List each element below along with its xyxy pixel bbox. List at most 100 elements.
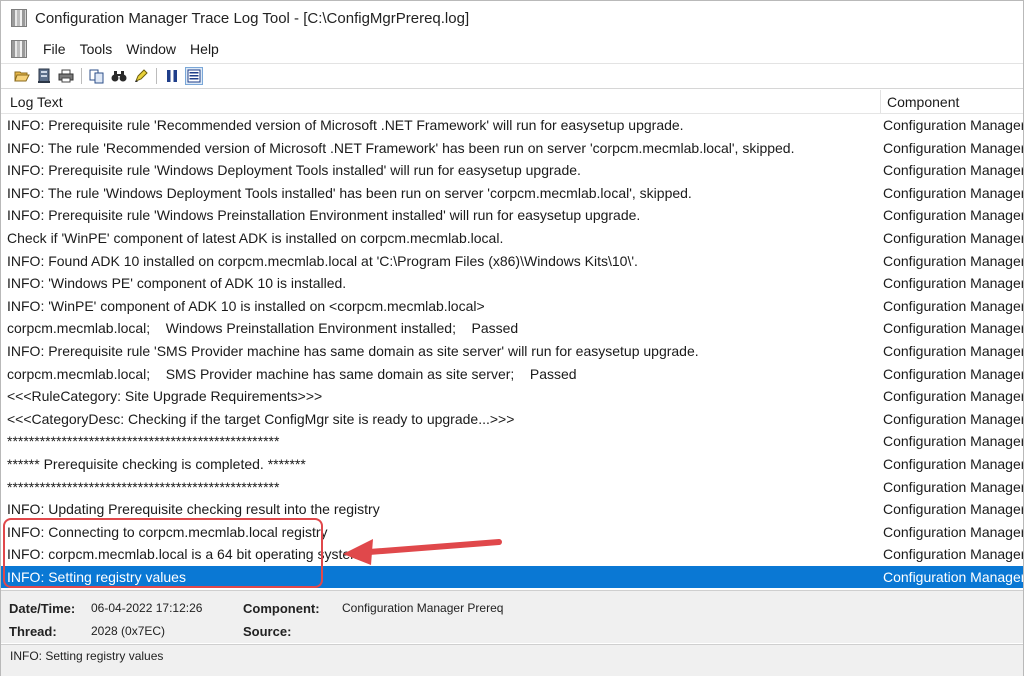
table-row[interactable]: INFO: Prerequisite rule 'Windows Deploym… (1, 159, 1023, 182)
log-text-cell: INFO: Setting registry values (7, 568, 186, 585)
trace-log-window: Configuration Manager Trace Log Tool - [… (0, 0, 1024, 676)
log-list[interactable]: Log Text Component INFO: Prerequisite ru… (1, 90, 1023, 588)
log-text-cell: INFO: The rule 'Windows Deployment Tools… (7, 184, 692, 201)
component-cell: Configuration Manager Prereq (883, 388, 1023, 405)
component-cell: Configuration Manager Prereq (883, 365, 1023, 382)
log-text-cell: ****************************************… (7, 478, 280, 495)
component-cell: Configuration Manager Prereq (883, 410, 1023, 427)
column-divider[interactable] (880, 90, 881, 113)
thread-label: Thread: (9, 624, 57, 639)
log-text-cell: INFO: 'WinPE' component of ADK 10 is ins… (7, 297, 485, 314)
table-row[interactable]: INFO: Prerequisite rule 'SMS Provider ma… (1, 340, 1023, 363)
log-text-cell: INFO: Connecting to corpcm.mecmlab.local… (7, 523, 328, 540)
datetime-label: Date/Time: (9, 601, 76, 616)
table-row-selected[interactable]: INFO: Setting registry values Configurati… (1, 565, 1023, 588)
table-row[interactable]: <<<CategoryDesc: Checking if the target … (1, 408, 1023, 431)
component-cell: Configuration Manager Prereq (883, 207, 1023, 224)
menu-bar: File Tools Window Help (1, 37, 1023, 61)
app-icon (11, 9, 27, 27)
log-rows: INFO: Prerequisite rule 'Recommended ver… (1, 114, 1023, 588)
toolbar-separator (156, 68, 157, 84)
table-row[interactable]: INFO: Prerequisite rule 'Recommended ver… (1, 114, 1023, 137)
datetime-value: 06-04-2022 17:12:26 (91, 601, 203, 615)
table-row[interactable]: ****************************************… (1, 430, 1023, 453)
component-label: Component: (243, 601, 320, 616)
log-text-cell: ****************************************… (7, 433, 280, 450)
server-icon[interactable] (35, 67, 53, 85)
table-row[interactable]: INFO: corpcm.mecmlab.local is a 64 bit o… (1, 543, 1023, 566)
component-cell: Configuration Manager Prereq (883, 501, 1023, 518)
component-cell: Configuration Manager Prereq (883, 162, 1023, 179)
log-text-cell: <<<RuleCategory: Site Upgrade Requiremen… (7, 388, 323, 405)
menu-help[interactable]: Help (183, 41, 226, 57)
table-row[interactable]: INFO: Found ADK 10 installed on corpcm.m… (1, 250, 1023, 273)
component-cell: Configuration Manager Prereq (883, 275, 1023, 292)
component-cell: Configuration Manager Prereq (883, 297, 1023, 314)
component-cell: Configuration Manager Prereq (883, 342, 1023, 359)
log-text-cell: INFO: Updating Prerequisite checking res… (7, 501, 380, 518)
component-cell: Configuration Manager Prereq (883, 139, 1023, 156)
pause-icon[interactable] (163, 67, 181, 85)
detail-pane-icon[interactable] (185, 67, 203, 85)
open-folder-icon[interactable] (13, 67, 31, 85)
component-cell: Configuration Manager Prereq (883, 320, 1023, 337)
menu-window[interactable]: Window (119, 41, 183, 57)
component-cell: Configuration Manager Prereq (883, 433, 1023, 450)
highlight-pen-icon[interactable] (132, 67, 150, 85)
component-cell: Configuration Manager Prereq (883, 117, 1023, 133)
printer-icon[interactable] (57, 67, 75, 85)
log-text-cell: corpcm.mecmlab.local; Windows Preinstall… (7, 320, 519, 337)
log-text-cell: INFO: Prerequisite rule 'SMS Provider ma… (7, 342, 699, 359)
toolbar (1, 63, 1023, 89)
log-text-cell: INFO: The rule 'Recommended version of M… (7, 139, 795, 156)
table-row[interactable]: INFO: The rule 'Windows Deployment Tools… (1, 182, 1023, 205)
menu-tools[interactable]: Tools (73, 41, 120, 57)
table-row[interactable]: Check if 'WinPE' component of latest ADK… (1, 227, 1023, 250)
component-cell: Configuration Manager Prereq (883, 455, 1023, 472)
toolbar-separator (81, 68, 82, 84)
log-text-cell: corpcm.mecmlab.local; SMS Provider machi… (7, 365, 577, 382)
document-icon[interactable] (11, 40, 27, 58)
title-bar: Configuration Manager Trace Log Tool - [… (1, 1, 1023, 35)
window-title: Configuration Manager Trace Log Tool - [… (35, 9, 470, 27)
component-cell: Configuration Manager Prereq (883, 229, 1023, 246)
log-text-cell: INFO: Prerequisite rule 'Windows Deploym… (7, 162, 581, 179)
table-row[interactable]: INFO: 'WinPE' component of ADK 10 is ins… (1, 295, 1023, 318)
log-text-cell: INFO: Found ADK 10 installed on corpcm.m… (7, 252, 638, 269)
column-header-component[interactable]: Component (887, 94, 959, 110)
log-text-cell: Check if 'WinPE' component of latest ADK… (7, 229, 504, 246)
component-cell: Configuration Manager Prereq (883, 568, 1023, 585)
table-row[interactable]: corpcm.mecmlab.local; Windows Preinstall… (1, 317, 1023, 340)
table-row[interactable]: INFO: Connecting to corpcm.mecmlab.local… (1, 521, 1023, 544)
component-value: Configuration Manager Prereq (342, 601, 504, 615)
table-row[interactable]: ****************************************… (1, 476, 1023, 499)
log-text-cell: INFO: corpcm.mecmlab.local is a 64 bit o… (7, 546, 366, 563)
thread-value: 2028 (0x7EC) (91, 624, 166, 638)
column-header-log-text[interactable]: Log Text (10, 94, 63, 110)
log-text-cell: ****** Prerequisite checking is complete… (7, 455, 306, 472)
component-cell: Configuration Manager Prereq (883, 523, 1023, 540)
log-text-cell: INFO: Prerequisite rule 'Windows Preinst… (7, 207, 641, 224)
source-label: Source: (243, 624, 292, 639)
log-text-cell: <<<CategoryDesc: Checking if the target … (7, 410, 515, 427)
table-row[interactable]: <<<RuleCategory: Site Upgrade Requiremen… (1, 385, 1023, 408)
list-header: Log Text Component (1, 90, 1023, 114)
table-row[interactable]: ****** Prerequisite checking is complete… (1, 453, 1023, 476)
log-text-cell: INFO: Prerequisite rule 'Recommended ver… (7, 117, 684, 133)
component-cell: Configuration Manager Prereq (883, 478, 1023, 495)
menu-file[interactable]: File (36, 41, 73, 57)
component-cell: Configuration Manager Prereq (883, 184, 1023, 201)
table-row[interactable]: corpcm.mecmlab.local; SMS Provider machi… (1, 363, 1023, 386)
find-binoculars-icon[interactable] (110, 67, 128, 85)
component-cell: Configuration Manager Prereq (883, 252, 1023, 269)
table-row[interactable]: INFO: The rule 'Recommended version of M… (1, 137, 1023, 160)
copy-icon[interactable] (88, 67, 106, 85)
message-pane[interactable]: INFO: Setting registry values (1, 644, 1023, 676)
log-text-cell: INFO: 'Windows PE' component of ADK 10 i… (7, 275, 347, 292)
table-row[interactable]: INFO: Updating Prerequisite checking res… (1, 498, 1023, 521)
details-panel: Date/Time: 06-04-2022 17:12:26 Component… (1, 590, 1023, 643)
component-cell: Configuration Manager Prereq (883, 546, 1023, 563)
table-row[interactable]: INFO: 'Windows PE' component of ADK 10 i… (1, 272, 1023, 295)
message-text: INFO: Setting registry values (10, 649, 164, 663)
table-row[interactable]: INFO: Prerequisite rule 'Windows Preinst… (1, 204, 1023, 227)
